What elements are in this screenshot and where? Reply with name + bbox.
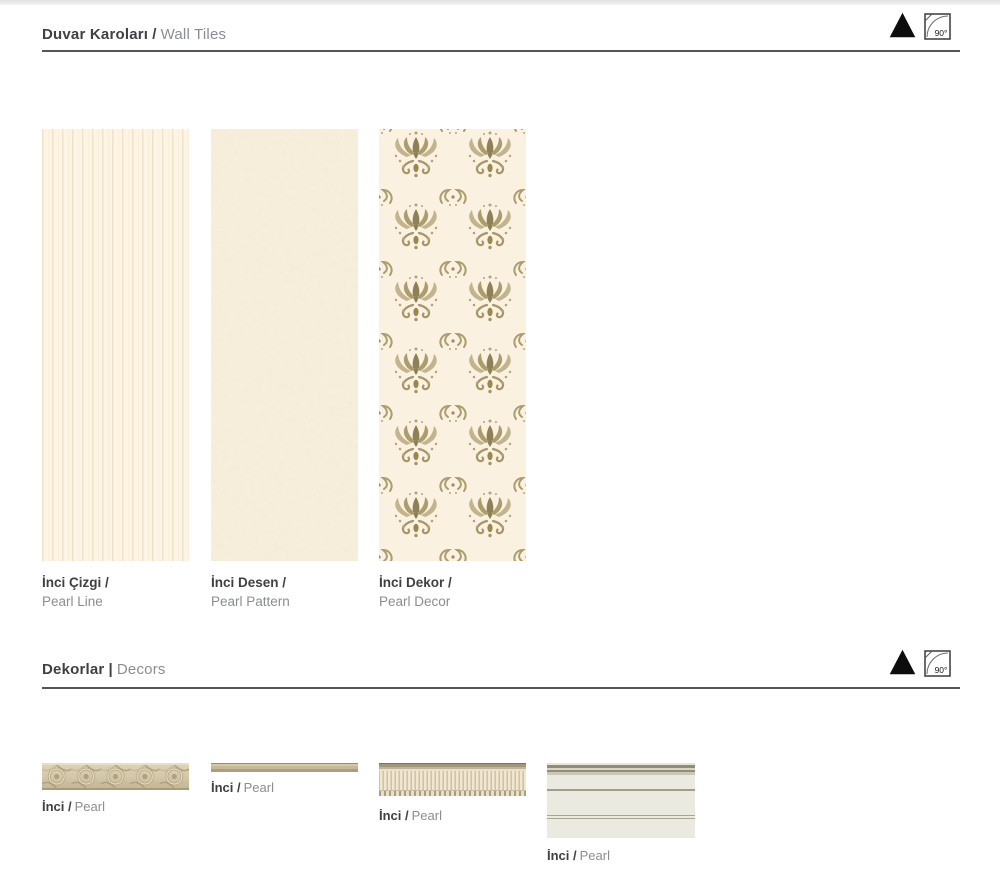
section-title-tr: Dekorlar bbox=[42, 661, 104, 678]
corner-90-label: 90° bbox=[935, 28, 948, 38]
decor-name-tr: İnci / bbox=[379, 808, 409, 823]
corner-90-label: 90° bbox=[935, 665, 948, 675]
corner-90-icon: 90° bbox=[924, 13, 951, 40]
tile-name-tr: İnci Dekor / bbox=[379, 573, 452, 592]
decor-label: İnci /Pearl bbox=[211, 780, 274, 795]
decor-label: İnci /Pearl bbox=[42, 799, 105, 814]
tile-name-en: Pearl Decor bbox=[379, 592, 452, 611]
tile-swatch-pearl-decor bbox=[379, 129, 526, 561]
decor-name-en: Pearl bbox=[244, 780, 274, 795]
section-title-wall-tiles: Duvar Karoları/ Wall Tiles bbox=[42, 26, 226, 43]
triangle-icon bbox=[889, 12, 916, 38]
catalog-page: Duvar Karoları/ Wall Tiles 90° bbox=[0, 0, 1000, 883]
decor-name-en: Pearl bbox=[580, 848, 610, 863]
tile-label-pearl-line: İnci Çizgi / Pearl Line bbox=[42, 573, 109, 611]
decor-name-tr: İnci / bbox=[547, 848, 577, 863]
decor-label: İnci /Pearl bbox=[547, 848, 610, 863]
tile-swatch-pearl-pattern bbox=[211, 129, 358, 561]
section-title-tr: Duvar Karoları bbox=[42, 26, 148, 43]
decor-swatch-embossed-border bbox=[42, 763, 189, 790]
tile-label-pearl-pattern: İnci Desen / Pearl Pattern bbox=[211, 573, 290, 611]
section-divider bbox=[42, 687, 960, 689]
section-title-decors: Dekorlar| Decors bbox=[42, 661, 166, 678]
section-title-separator: | bbox=[108, 661, 112, 678]
page-top-edge bbox=[0, 0, 1000, 5]
section-divider bbox=[42, 50, 960, 52]
decor-name-tr: İnci / bbox=[211, 780, 241, 795]
decor-name-tr: İnci / bbox=[42, 799, 72, 814]
tile-name-en: Pearl Line bbox=[42, 592, 109, 611]
triangle-icon bbox=[889, 649, 916, 675]
decor-swatch-skirting bbox=[547, 763, 695, 838]
section-title-separator: / bbox=[152, 26, 156, 43]
decor-label: İnci /Pearl bbox=[379, 808, 442, 823]
tile-label-pearl-decor: İnci Dekor / Pearl Decor bbox=[379, 573, 452, 611]
decor-swatch-thin-strip bbox=[211, 763, 358, 772]
decor-name-en: Pearl bbox=[75, 799, 105, 814]
tile-swatch-pearl-line bbox=[42, 129, 189, 561]
tile-name-en: Pearl Pattern bbox=[211, 592, 290, 611]
tile-name-tr: İnci Desen / bbox=[211, 573, 290, 592]
decor-swatch-fluted-border bbox=[379, 763, 526, 796]
section-title-en: Wall Tiles bbox=[161, 26, 227, 43]
corner-90-icon: 90° bbox=[924, 650, 951, 677]
section-title-en: Decors bbox=[117, 661, 166, 678]
decor-name-en: Pearl bbox=[412, 808, 442, 823]
tile-name-tr: İnci Çizgi / bbox=[42, 573, 109, 592]
